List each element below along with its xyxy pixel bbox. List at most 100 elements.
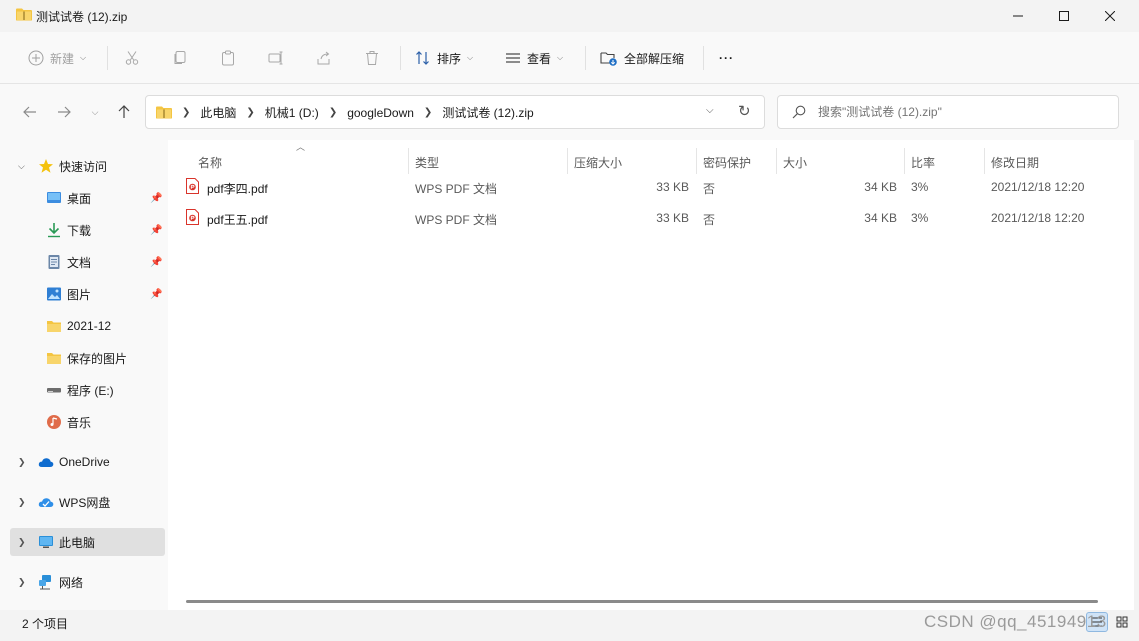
- column-divider[interactable]: [904, 148, 905, 174]
- sidebar-item-documents[interactable]: 文档 📌: [10, 248, 165, 276]
- column-label: 名称: [198, 155, 223, 170]
- back-button[interactable]: [20, 104, 40, 120]
- chevron-right-icon: ❯: [328, 107, 338, 118]
- scissors-icon: [125, 51, 139, 65]
- computer-icon: [39, 536, 53, 548]
- separator: [703, 46, 704, 70]
- music-icon: [47, 415, 61, 429]
- sidebar-item-wps-cloud[interactable]: ❯ WPS网盘: [10, 488, 165, 516]
- file-name: pdf王五.pdf: [207, 213, 268, 227]
- folder-icon: [47, 321, 61, 332]
- delete-button[interactable]: [364, 44, 380, 72]
- close-button[interactable]: [1087, 0, 1133, 32]
- chevron-down-icon: ⌵: [80, 53, 87, 62]
- maximize-button[interactable]: [1041, 0, 1087, 32]
- column-label: 比率: [911, 155, 936, 170]
- pin-icon: 📌: [150, 256, 163, 268]
- column-label: 修改日期: [991, 155, 1040, 170]
- column-label: 压缩大小: [574, 155, 623, 170]
- forward-button[interactable]: [54, 104, 74, 120]
- sidebar-item-onedrive[interactable]: ❯ OneDrive: [10, 448, 165, 476]
- chevron-right-icon: ❯: [18, 536, 26, 547]
- sidebar-label: 下载: [67, 223, 92, 238]
- address-dropdown-icon[interactable]: ⌵: [706, 105, 714, 116]
- separator: [585, 46, 586, 70]
- minimize-button[interactable]: [995, 0, 1041, 32]
- wps-cloud-icon: [38, 498, 54, 507]
- up-button[interactable]: [114, 104, 134, 120]
- chevron-down-icon: ⌵: [91, 106, 99, 117]
- sidebar-label: 网络: [59, 575, 84, 590]
- chevron-right-icon: ❯: [18, 496, 26, 507]
- sidebar-item-pictures[interactable]: 图片 📌: [10, 280, 165, 308]
- breadcrumb-drive-d[interactable]: 机械1 (D:): [265, 104, 319, 121]
- refresh-icon[interactable]: ↻: [738, 102, 751, 120]
- sidebar-label: 桌面: [67, 191, 92, 206]
- chevron-right-icon: ❯: [423, 107, 433, 118]
- sidebar-item-quick-access[interactable]: ⌵ 快速访问: [10, 152, 165, 180]
- cut-button[interactable]: [124, 44, 140, 72]
- copy-button[interactable]: [172, 44, 188, 72]
- more-options-button[interactable]: ···: [719, 44, 734, 72]
- sidebar-item-this-pc[interactable]: ❯ 此电脑: [10, 528, 165, 556]
- column-divider[interactable]: [696, 148, 697, 174]
- paste-button[interactable]: [220, 44, 236, 72]
- sidebar-item-downloads[interactable]: 下载 📌: [10, 216, 165, 244]
- breadcrumb-this-pc[interactable]: 此电脑: [200, 104, 236, 121]
- address-bar[interactable]: ❯ 此电脑 ❯ 机械1 (D:) ❯ googleDown ❯ 测试试卷 (12…: [145, 95, 765, 129]
- sidebar-item-saved-pictures[interactable]: 保存的图片: [10, 344, 165, 372]
- search-icon: [792, 105, 806, 119]
- clipboard-icon: [222, 50, 234, 66]
- title-bar: 测试试卷 (12).zip: [0, 0, 1139, 32]
- column-label: 类型: [415, 155, 440, 170]
- sidebar-label: 程序 (E:): [67, 383, 114, 398]
- breadcrumb: ❯ 此电脑 ❯ 机械1 (D:) ❯ googleDown ❯ 测试试卷 (12…: [156, 104, 534, 121]
- file-password: 否: [703, 182, 716, 196]
- file-compressed-size: 33 KB: [656, 211, 689, 225]
- file-list: ︿ 名称 类型 压缩大小 密码保护 大小 比率 修改日期 pdf李四.pdf W…: [168, 140, 1134, 610]
- maximize-icon: [1059, 11, 1069, 21]
- sidebar-item-music[interactable]: 音乐: [10, 408, 165, 436]
- search-box[interactable]: [777, 95, 1119, 129]
- sidebar-label: 快速访问: [59, 159, 108, 174]
- column-divider[interactable]: [776, 148, 777, 174]
- arrow-left-icon: [23, 106, 36, 118]
- desktop-icon: [47, 192, 61, 203]
- view-button[interactable]: 查看 ⌵: [505, 44, 563, 72]
- new-button[interactable]: 新建 ⌵: [28, 44, 86, 72]
- close-icon: [1105, 11, 1115, 21]
- tiles-view-button[interactable]: [1111, 612, 1133, 632]
- sidebar-item-network[interactable]: ❯ 网络: [10, 568, 165, 596]
- horizontal-scrollbar[interactable]: [186, 600, 1098, 603]
- column-divider[interactable]: [984, 148, 985, 174]
- sidebar-item-drive-e[interactable]: 程序 (E:): [10, 376, 165, 404]
- pin-icon: 📌: [150, 192, 163, 204]
- column-divider[interactable]: [408, 148, 409, 174]
- zip-folder-icon: [16, 8, 32, 21]
- search-input[interactable]: [818, 105, 1108, 119]
- file-row[interactable]: pdf李四.pdf WPS PDF 文档 33 KB 否 34 KB 3% 20…: [182, 172, 1122, 202]
- folder-icon: [47, 353, 61, 364]
- sidebar-item-desktop[interactable]: 桌面 📌: [10, 184, 165, 212]
- file-row[interactable]: pdf王五.pdf WPS PDF 文档 33 KB 否 34 KB 3% 20…: [182, 203, 1122, 233]
- file-ratio: 3%: [911, 211, 929, 225]
- pin-icon: 📌: [150, 224, 163, 236]
- recent-locations-button[interactable]: ⌵: [85, 104, 105, 120]
- sidebar-label: 2021-12: [67, 319, 112, 333]
- sort-icon: [416, 51, 429, 65]
- rename-button[interactable]: [268, 44, 284, 72]
- more-icon: ···: [719, 51, 734, 65]
- separator: [107, 46, 108, 70]
- navigation-row: ⌵ ❯ 此电脑 ❯ 机械1 (D:) ❯ googleDown ❯ 测试试卷 (…: [0, 84, 1139, 140]
- breadcrumb-googledown[interactable]: googleDown: [347, 106, 414, 120]
- extract-all-button[interactable]: 全部解压缩: [600, 44, 684, 72]
- sidebar-item-2021-12[interactable]: 2021-12: [10, 312, 165, 340]
- sidebar-label: 保存的图片: [67, 351, 128, 366]
- sort-button[interactable]: 排序 ⌵: [415, 44, 473, 72]
- drive-icon: [47, 388, 61, 393]
- share-button[interactable]: [316, 44, 332, 72]
- chevron-down-icon: ⌵: [467, 53, 474, 62]
- column-divider[interactable]: [567, 148, 568, 174]
- watermark-text: CSDN @qq_45194913: [924, 612, 1107, 631]
- breadcrumb-zip[interactable]: 测试试卷 (12).zip: [442, 104, 533, 121]
